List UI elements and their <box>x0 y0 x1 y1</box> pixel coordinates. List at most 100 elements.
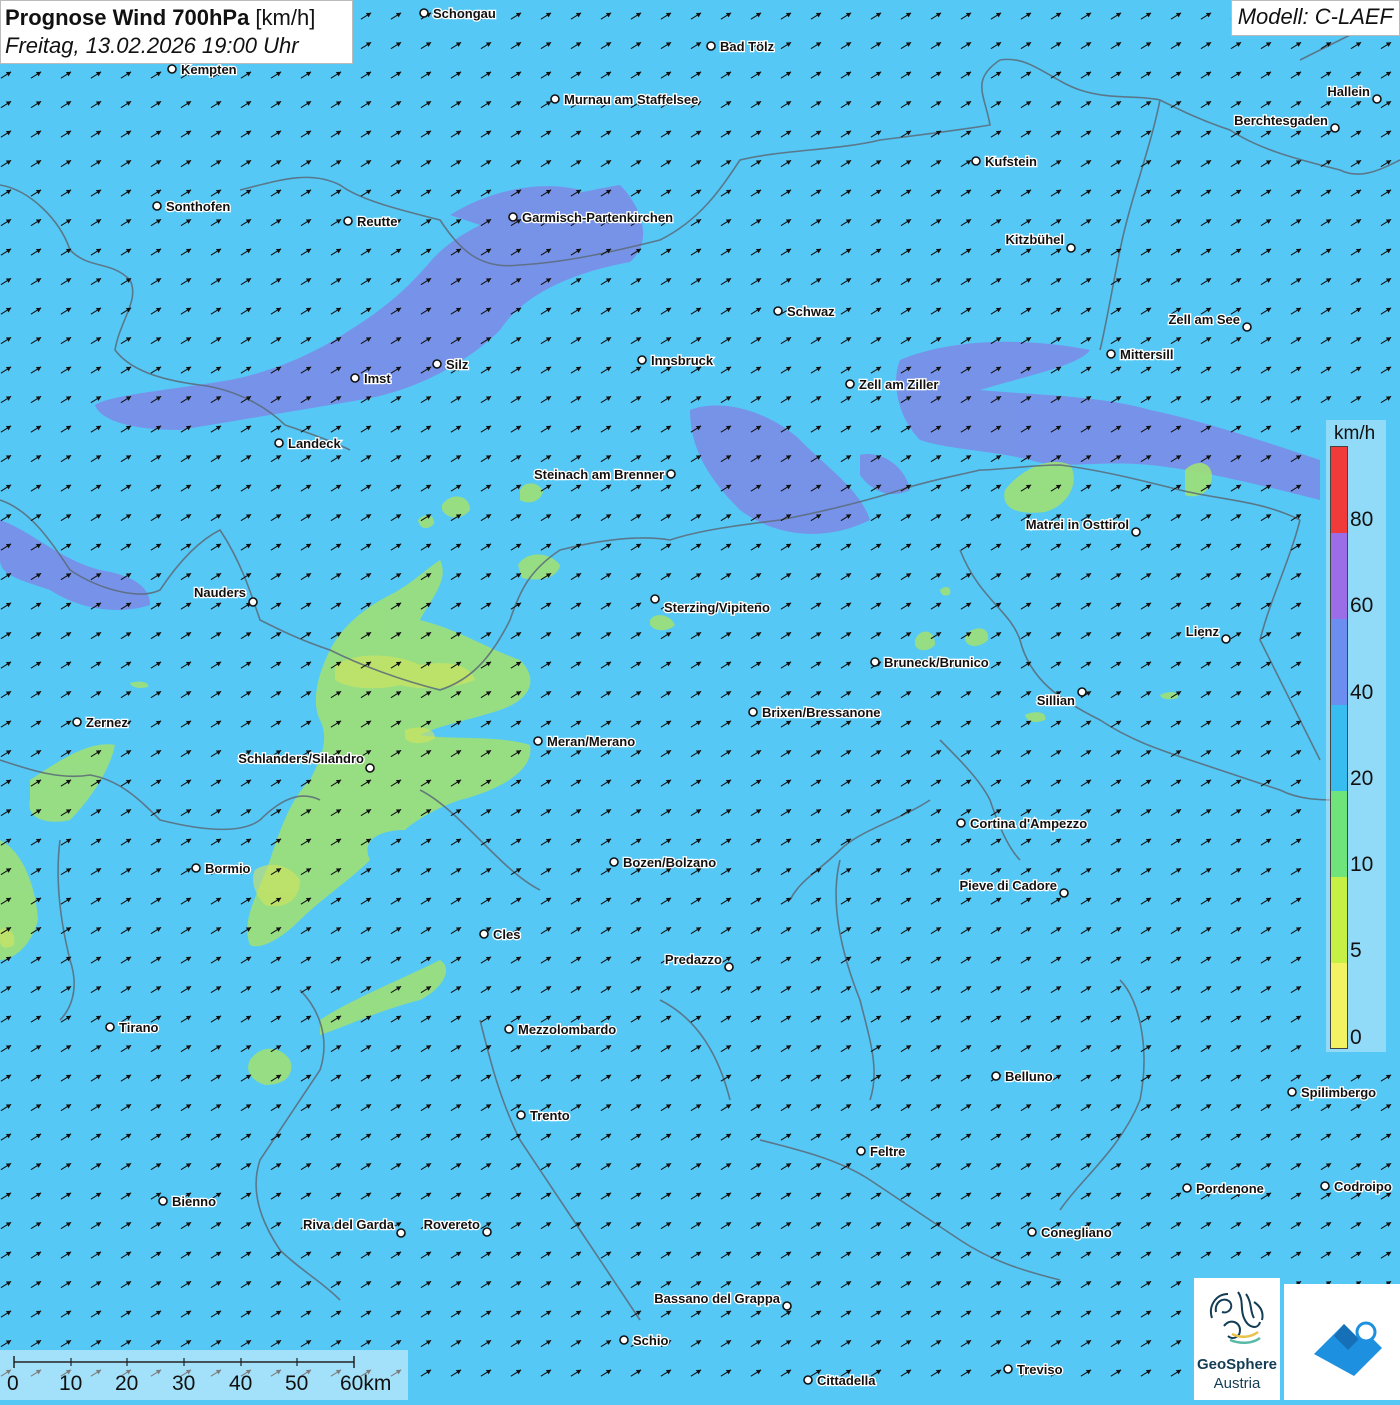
legend-segment-40-60 <box>1331 619 1347 705</box>
city-dot <box>504 1024 514 1034</box>
city-dot <box>432 359 442 369</box>
city-label: Trento <box>530 1108 570 1123</box>
city-dot <box>773 306 783 316</box>
city-label: Garmisch-Partenkirchen <box>522 210 673 225</box>
city-dot <box>856 1146 866 1156</box>
city-dot <box>609 857 619 867</box>
city-label: Brixen/Bressanone <box>762 705 881 720</box>
city-marker: Brixen/Bressanone <box>748 704 882 721</box>
city-dot <box>706 41 716 51</box>
city-label: Predazzo <box>665 952 722 967</box>
city-dot <box>1372 94 1382 104</box>
scale-label-30: 30 <box>172 1372 196 1395</box>
city-dot <box>396 1228 406 1238</box>
legend-label-5: 5 <box>1350 939 1362 962</box>
city-label: Kufstein <box>985 154 1037 169</box>
city-dot <box>1106 349 1116 359</box>
title-box: Prognose Wind 700hPa [km/h] Freitag, 13.… <box>0 0 353 64</box>
city-label: Pieve di Cadore <box>959 878 1057 893</box>
city-label: Zernez <box>86 715 128 730</box>
legend-segment-10-20 <box>1331 791 1347 877</box>
city-marker: Conegliano <box>1027 1224 1113 1241</box>
city-dot <box>1077 687 1087 697</box>
city-label: Tirano <box>119 1020 159 1035</box>
city-dot <box>803 1375 813 1385</box>
city-label: Murnau am Staffelsee <box>564 92 698 107</box>
city-dot <box>1330 123 1340 133</box>
city-dot <box>845 379 855 389</box>
city-dot <box>508 212 518 222</box>
city-label: Codroipo <box>1334 1179 1392 1194</box>
city-marker: Garmisch-Partenkirchen <box>508 209 674 226</box>
legend-label-80: 80 <box>1350 508 1374 531</box>
city-dot <box>516 1110 526 1120</box>
city-label: Hallein <box>1327 84 1370 99</box>
city-label: Mittersill <box>1120 347 1173 362</box>
city-label: Meran/Merano <box>547 734 635 749</box>
city-dot <box>167 64 177 74</box>
city-dot <box>1287 1087 1297 1097</box>
city-dot <box>748 707 758 717</box>
weather-app-logo-icon <box>1314 1321 1382 1376</box>
weather-app-logo[interactable] <box>1284 1284 1400 1400</box>
legend-label-40: 40 <box>1350 681 1374 704</box>
city-marker: Bozen/Bolzano <box>609 854 718 871</box>
geosphere-logo-name: GeoSphere <box>1196 1356 1278 1373</box>
city-label: Spilimbergo <box>1301 1085 1376 1100</box>
city-label: Imst <box>364 371 391 386</box>
city-dot <box>1221 634 1231 644</box>
legend-segment-0-5 <box>1331 963 1347 1048</box>
city-label: Silz <box>446 357 469 372</box>
scale-bar: 0 10 20 30 40 50 60km <box>0 1350 408 1400</box>
city-dot <box>1131 527 1141 537</box>
city-label: Sonthofen <box>166 199 230 214</box>
city-dot <box>637 355 647 365</box>
legend-label-20: 20 <box>1350 767 1374 790</box>
city-label: Pordenone <box>1196 1181 1264 1196</box>
legend-unit: km/h <box>1334 423 1376 444</box>
city-dot <box>72 717 82 727</box>
city-label: Sillian <box>1037 693 1075 708</box>
city-dot <box>1003 1364 1013 1374</box>
city-dot <box>870 657 880 667</box>
city-dot <box>991 1071 1001 1081</box>
city-label: Conegliano <box>1041 1225 1112 1240</box>
city-label: Bassano del Grappa <box>654 1291 780 1306</box>
city-label: Cortina d'Ampezzo <box>970 816 1087 831</box>
city-dot <box>350 373 360 383</box>
city-dot <box>274 438 284 448</box>
city-dot <box>782 1301 792 1311</box>
legend-segment-5-10 <box>1331 877 1347 963</box>
city-dot <box>152 201 162 211</box>
city-dot <box>158 1196 168 1206</box>
city-label: Innsbruck <box>651 353 714 368</box>
city-dot <box>191 863 201 873</box>
city-label: Schwaz <box>787 304 835 319</box>
city-marker: Murnau am Staffelsee <box>550 91 700 108</box>
city-label: Schlanders/Silandro <box>238 751 364 766</box>
scale-label-0: 0 <box>7 1372 19 1395</box>
city-dot <box>666 469 676 479</box>
city-label: Bozen/Bolzano <box>623 855 716 870</box>
city-dot <box>365 763 375 773</box>
city-label: Cles <box>493 927 520 942</box>
city-marker: Zell am Ziller <box>845 376 940 393</box>
city-dot <box>971 156 981 166</box>
city-marker: Mezzolombardo <box>504 1021 618 1038</box>
wind-map: Schongau Bad Tölz Kempten Murnau am Staffel… <box>0 0 1400 1400</box>
geosphere-logo: GeoSphere Austria <box>1194 1278 1280 1400</box>
forecast-datetime: Freitag, 13.02.2026 19:00 Uhr <box>5 33 299 58</box>
scale-label-50: 50 <box>285 1372 309 1395</box>
scale-label-20: 20 <box>115 1372 139 1395</box>
city-label: Belluno <box>1005 1069 1053 1084</box>
map-title-main: Prognose Wind 700hPa <box>5 5 250 30</box>
city-label: Bienno <box>172 1194 216 1209</box>
legend-segment-60-80 <box>1331 533 1347 619</box>
city-label: Zell am Ziller <box>859 377 938 392</box>
city-dot <box>1059 888 1069 898</box>
city-marker: Meran/Merano <box>533 733 636 750</box>
city-label: Cittadella <box>817 1373 876 1388</box>
city-dot <box>956 818 966 828</box>
city-label: Treviso <box>1017 1362 1063 1377</box>
city-marker: Steinach am Brenner <box>533 466 676 483</box>
